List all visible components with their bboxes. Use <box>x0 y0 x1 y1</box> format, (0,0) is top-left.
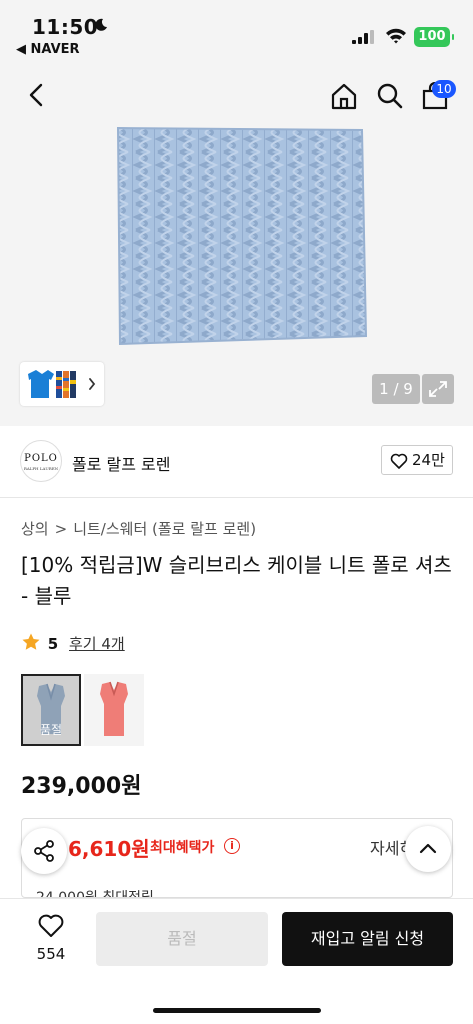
status-bar: 11:50 ◀ NAVER 100 <box>0 0 473 62</box>
bottom-action-bar: 554 품절 재입고 알림 신청 <box>0 898 473 1024</box>
rating-score: 5 <box>47 635 59 653</box>
wifi-icon <box>386 28 406 44</box>
breadcrumb-item-knit[interactable]: 니트/스웨터 (폴로 랄프 로렌) <box>73 518 256 539</box>
cart-count-badge: 10 <box>432 80 456 98</box>
wishlist-button[interactable]: 554 <box>28 913 74 963</box>
home-icon[interactable] <box>330 82 358 110</box>
image-page-indicator: 1 / 9 <box>372 374 420 404</box>
back-arrow-icon[interactable] <box>26 82 48 108</box>
breadcrumb-item-top[interactable]: 상의 <box>21 518 49 539</box>
back-to-app-link[interactable]: ◀ NAVER <box>16 42 80 57</box>
soldout-label: 품절 <box>39 723 63 737</box>
brand-logo-subtext: RALPH LAUREN <box>23 466 59 471</box>
scroll-top-button[interactable] <box>405 826 451 872</box>
review-count-link[interactable]: 후기 4개 <box>69 635 125 653</box>
brand-name[interactable]: 폴로 랄프 로렌 <box>72 451 171 475</box>
info-icon[interactable]: i <box>224 838 240 854</box>
battery-indicator: 100 <box>414 27 454 47</box>
brand-row[interactable]: POLO RALPH LAUREN 폴로 랄프 로렌 24만 <box>0 426 473 498</box>
product-image <box>116 126 368 346</box>
status-time: 11:50 <box>32 15 99 39</box>
restock-alert-button[interactable]: 재입고 알림 신청 <box>282 912 453 966</box>
heart-icon <box>390 453 408 469</box>
brand-logo-text: POLO <box>24 453 58 464</box>
search-icon[interactable] <box>376 82 404 110</box>
share-icon <box>34 840 54 862</box>
product-rating[interactable]: 5 후기 4개 <box>21 632 125 654</box>
product-image-gallery[interactable]: 1 / 9 <box>0 126 473 426</box>
brand-like-button[interactable]: 24만 <box>381 445 453 475</box>
expand-icon <box>429 381 447 397</box>
color-option-blue[interactable]: 품절 <box>21 674 81 746</box>
wishlist-count: 554 <box>36 945 66 963</box>
star-icon <box>22 633 40 650</box>
top-nav-bar <box>0 62 473 126</box>
brand-logo[interactable]: POLO RALPH LAUREN <box>20 440 62 482</box>
product-price: 239,000원 <box>21 774 142 799</box>
heart-icon <box>38 914 64 937</box>
cellular-signal-icon <box>352 30 374 44</box>
breadcrumb: 상의 > 니트/스웨터 (폴로 랄프 로렌) <box>21 518 256 539</box>
color-option-red[interactable] <box>84 674 144 746</box>
soldout-button: 품절 <box>96 912 268 966</box>
color-variant-thumbnails[interactable] <box>20 362 104 406</box>
max-benefit-label: 최대혜택가 <box>150 840 215 856</box>
home-indicator <box>153 1008 321 1013</box>
max-benefit-price: 6,610원 <box>68 837 150 861</box>
option-image-red <box>100 681 128 736</box>
brand-like-count: 24만 <box>412 451 445 469</box>
max-benefit-box[interactable]: 6,610원 최대혜택가 i 자세히 24,000원 최대적립 <box>21 818 453 898</box>
share-button[interactable] <box>21 828 67 874</box>
breadcrumb-separator: > <box>54 520 68 538</box>
chevron-up-icon <box>419 843 437 854</box>
max-points-text: 24,000원 최대적립 <box>36 890 154 898</box>
moon-icon <box>95 18 107 31</box>
fullscreen-button[interactable] <box>422 374 454 404</box>
product-title: [10% 적립금]W 슬리브리스 케이블 니트 폴로 셔츠 - 블루 <box>21 553 452 608</box>
